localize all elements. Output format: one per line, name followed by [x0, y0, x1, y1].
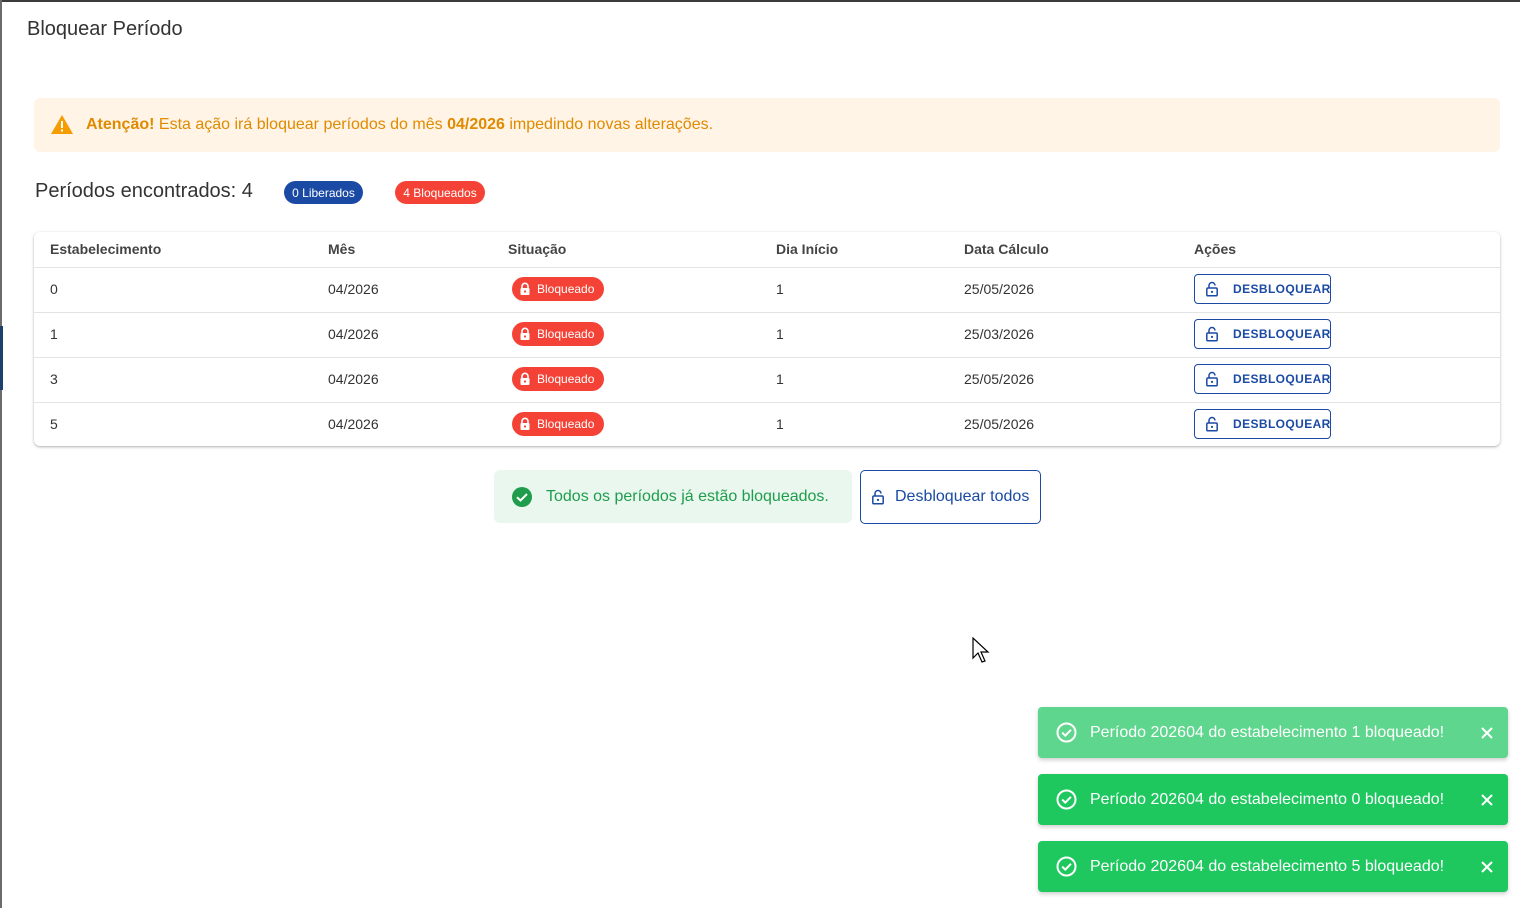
- table-row: 1 04/2026 Bloqueado 1 25/03/2026 DESBLOQ…: [34, 312, 1500, 358]
- check-circle-outline-icon: [1056, 856, 1077, 877]
- alert-text-before: Esta ação irá bloquear períodos do mês: [154, 116, 448, 133]
- close-icon[interactable]: [1480, 726, 1494, 740]
- cell-data-calculo: 25/05/2026: [964, 281, 1035, 297]
- lock-icon: [518, 417, 532, 431]
- column-header-estabelecimento: Estabelecimento: [50, 241, 162, 257]
- cell-mes: 04/2026: [328, 371, 379, 387]
- cell-dia-inicio: 1: [776, 416, 784, 432]
- cell-estabelecimento: 3: [50, 371, 58, 387]
- lock-open-icon: [1204, 326, 1220, 342]
- toast-notification: Período 202604 do estabelecimento 0 bloq…: [1038, 774, 1508, 825]
- unlock-button-label: DESBLOQUEAR: [1233, 417, 1331, 431]
- unlock-button-label: DESBLOQUEAR: [1233, 327, 1331, 341]
- status-label: Bloqueado: [537, 372, 595, 386]
- dialog-title: Bloquear Período: [27, 18, 183, 40]
- all-blocked-message: Todos os períodos já estão bloqueados.: [494, 470, 852, 523]
- status-badge: Bloqueado: [512, 322, 604, 346]
- alert-month: 04/2026: [447, 116, 505, 133]
- periods-table: Estabelecimento Mês Situação Dia Início …: [34, 232, 1500, 446]
- unlock-button-label: DESBLOQUEAR: [1233, 372, 1331, 386]
- cell-estabelecimento: 0: [50, 281, 58, 297]
- cell-estabelecimento: 5: [50, 416, 58, 432]
- alert-strong: Atenção!: [86, 116, 155, 133]
- lock-open-icon: [870, 489, 886, 505]
- toast-notification: Período 202604 do estabelecimento 1 bloq…: [1038, 707, 1508, 758]
- released-count-chip: 0 Liberados: [284, 181, 363, 204]
- cell-mes: 04/2026: [328, 281, 379, 297]
- table-row: 5 04/2026 Bloqueado 1 25/05/2026 DESBLOQ…: [34, 402, 1500, 447]
- status-badge: Bloqueado: [512, 277, 604, 301]
- table-header: Estabelecimento Mês Situação Dia Início …: [34, 232, 1500, 268]
- unlock-button-label: DESBLOQUEAR: [1233, 282, 1331, 296]
- check-circle-outline-icon: [1056, 789, 1077, 810]
- cell-dia-inicio: 1: [776, 326, 784, 342]
- blocked-count-chip: 4 Bloqueados: [395, 181, 485, 204]
- unlock-button[interactable]: DESBLOQUEAR: [1194, 319, 1331, 349]
- background-page-edge: [0, 0, 2, 908]
- close-icon[interactable]: [1480, 860, 1494, 874]
- cell-mes: 04/2026: [328, 416, 379, 432]
- check-circle-icon: [511, 486, 533, 508]
- cell-data-calculo: 25/05/2026: [964, 371, 1035, 387]
- close-icon[interactable]: [1480, 793, 1494, 807]
- lock-icon: [518, 327, 532, 341]
- table-row: 0 04/2026 Bloqueado 1 25/05/2026 DESBLOQ…: [34, 267, 1500, 313]
- cell-estabelecimento: 1: [50, 326, 58, 342]
- column-header-situacao: Situação: [508, 241, 567, 257]
- status-badge: Bloqueado: [512, 412, 604, 436]
- unlock-all-label: Desbloquear todos: [895, 488, 1030, 505]
- toast-message: Período 202604 do estabelecimento 0 bloq…: [1090, 790, 1445, 808]
- column-header-mes: Mês: [328, 241, 356, 257]
- toast-notification: Período 202604 do estabelecimento 5 bloq…: [1038, 841, 1508, 892]
- warning-alert: Atenção! Esta ação irá bloquear períodos…: [34, 98, 1500, 152]
- lock-open-icon: [1204, 281, 1220, 297]
- toast-message: Período 202604 do estabelecimento 5 bloq…: [1090, 857, 1445, 875]
- all-blocked-text: Todos os períodos já estão bloqueados.: [546, 487, 829, 505]
- window-top-border: [0, 0, 1520, 2]
- background-edge-mark: [0, 326, 3, 390]
- periods-found-heading: Períodos encontrados: 4: [35, 180, 253, 202]
- lock-icon: [518, 282, 532, 296]
- column-header-data-calculo: Data Cálculo: [964, 241, 1049, 257]
- alert-text-after: impedindo novas alterações.: [504, 116, 714, 133]
- status-label: Bloqueado: [537, 417, 595, 431]
- status-label: Bloqueado: [537, 282, 595, 296]
- mouse-cursor-icon: [972, 637, 990, 663]
- alert-text: Atenção! Esta ação irá bloquear períodos…: [86, 116, 713, 134]
- status-label: Bloqueado: [537, 327, 595, 341]
- check-circle-outline-icon: [1056, 722, 1077, 743]
- lock-open-icon: [1204, 371, 1220, 387]
- cell-dia-inicio: 1: [776, 371, 784, 387]
- column-header-acoes: Ações: [1194, 241, 1237, 257]
- cell-data-calculo: 25/05/2026: [964, 416, 1035, 432]
- table-row: 3 04/2026 Bloqueado 1 25/05/2026 DESBLOQ…: [34, 357, 1500, 403]
- status-badge: Bloqueado: [512, 367, 604, 391]
- toast-message: Período 202604 do estabelecimento 1 bloq…: [1090, 723, 1445, 741]
- lock-icon: [518, 372, 532, 386]
- unlock-button[interactable]: DESBLOQUEAR: [1194, 274, 1331, 304]
- unlock-button[interactable]: DESBLOQUEAR: [1194, 409, 1331, 439]
- unlock-all-button[interactable]: Desbloquear todos: [860, 470, 1041, 524]
- unlock-button[interactable]: DESBLOQUEAR: [1194, 364, 1331, 394]
- lock-open-icon: [1204, 416, 1220, 432]
- cell-mes: 04/2026: [328, 326, 379, 342]
- warning-icon: [50, 113, 74, 137]
- column-header-dia-inicio: Dia Início: [776, 241, 839, 257]
- cell-data-calculo: 25/03/2026: [964, 326, 1035, 342]
- cell-dia-inicio: 1: [776, 281, 784, 297]
